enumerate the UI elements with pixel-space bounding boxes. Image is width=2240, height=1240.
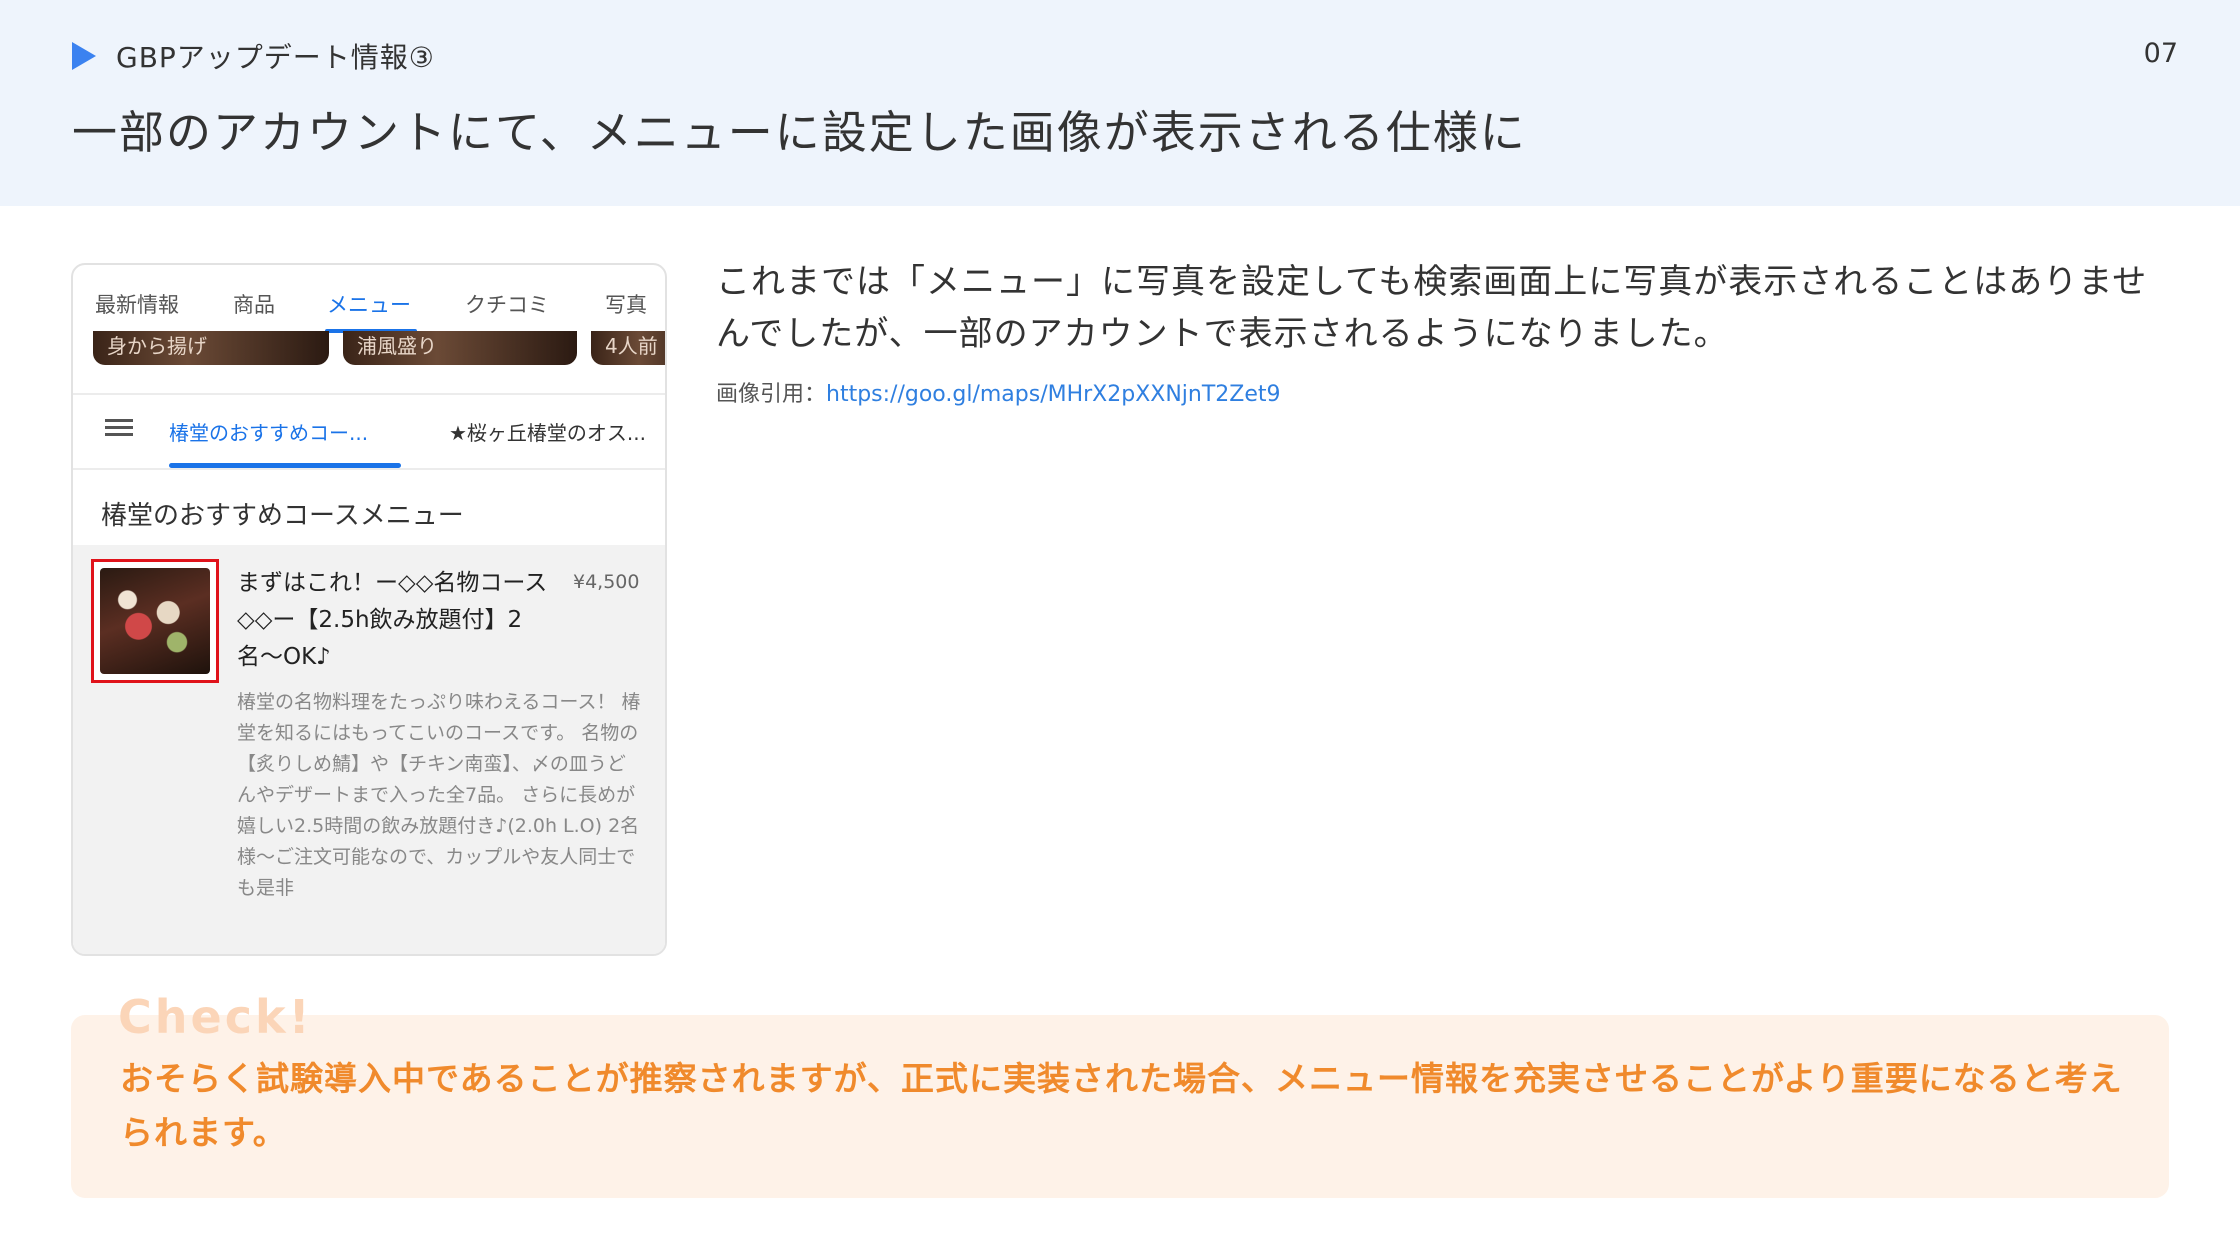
- thumbnail-label: 身から揚げ: [107, 334, 207, 358]
- menu-item-name: まずはこれ！ー◇◇名物コース◇◇ー【2.5h飲み放題付】2名〜OK♪: [237, 570, 548, 670]
- menu-item-description: 椿堂の名物料理をたっぷり味わえるコース！ 椿堂を知るにはもってこいのコースです。…: [237, 691, 641, 899]
- thumbnail-card[interactable]: 浦風盛り: [343, 331, 577, 365]
- menu-item-price: ¥4,500: [573, 571, 640, 593]
- menu-item-photo-highlight: [91, 559, 219, 683]
- citation-link[interactable]: https://goo.gl/maps/MHrX2pXXNjnT2Zet9: [826, 382, 1281, 407]
- category-row: 椿堂のおすすめコー... ★桜ヶ丘椿堂のオス...: [73, 395, 665, 459]
- page-number: 07: [2143, 38, 2178, 69]
- thumbnail-card[interactable]: 4人前: [591, 331, 665, 365]
- menu-item-photo[interactable]: [100, 568, 210, 674]
- image-citation: 画像引用：https://goo.gl/maps/MHrX2pXXNjnT2Ze…: [716, 376, 1281, 408]
- check-text: おそらく試験導入中であることが推察されますが、正式に実装された場合、メニュー情報…: [120, 1059, 2123, 1152]
- tab-menu[interactable]: メニュー: [327, 289, 411, 319]
- citation-label: 画像引用：: [716, 382, 827, 407]
- section-label: GBPアップデート情報③: [116, 41, 435, 74]
- section-label-row: GBPアップデート情報③: [72, 36, 435, 76]
- header-band: GBPアップデート情報③ 07 一部のアカウントにて、メニューに設定した画像が表…: [0, 0, 2240, 206]
- tab-latest[interactable]: 最新情報: [95, 289, 179, 319]
- play-triangle-icon: [72, 42, 96, 70]
- tab-bar: 最新情報 商品 メニュー クチコミ 写真: [73, 265, 665, 333]
- thumbnail-label: 4人前: [605, 334, 658, 358]
- menu-section-heading: 椿堂のおすすめコースメニュー: [101, 501, 464, 531]
- tab-products[interactable]: 商品: [233, 289, 275, 319]
- divider: [73, 468, 665, 470]
- category-tab-active[interactable]: 椿堂のおすすめコー...: [169, 417, 368, 446]
- thumbnail-strip: 身から揚げ 浦風盛り 4人前: [73, 331, 665, 373]
- tab-reviews[interactable]: クチコミ: [465, 289, 549, 319]
- page-title: 一部のアカウントにて、メニューに設定した画像が表示される仕様に: [72, 106, 1527, 159]
- thumbnail-card[interactable]: 身から揚げ: [93, 331, 329, 365]
- list-icon[interactable]: [105, 419, 133, 437]
- category-tab[interactable]: ★桜ヶ丘椿堂のオス...: [449, 417, 646, 446]
- thumbnail-label: 浦風盛り: [357, 334, 437, 358]
- body-paragraph: これまでは「メニュー」に写真を設定しても検索画面上に写真が表示されることはありま…: [716, 262, 2148, 354]
- menu-screenshot: 最新情報 商品 メニュー クチコミ 写真 身から揚げ 浦風盛り 4人前 椿堂のお…: [71, 263, 667, 956]
- check-label: Check!: [118, 990, 313, 1044]
- tab-photos[interactable]: 写真: [605, 289, 647, 319]
